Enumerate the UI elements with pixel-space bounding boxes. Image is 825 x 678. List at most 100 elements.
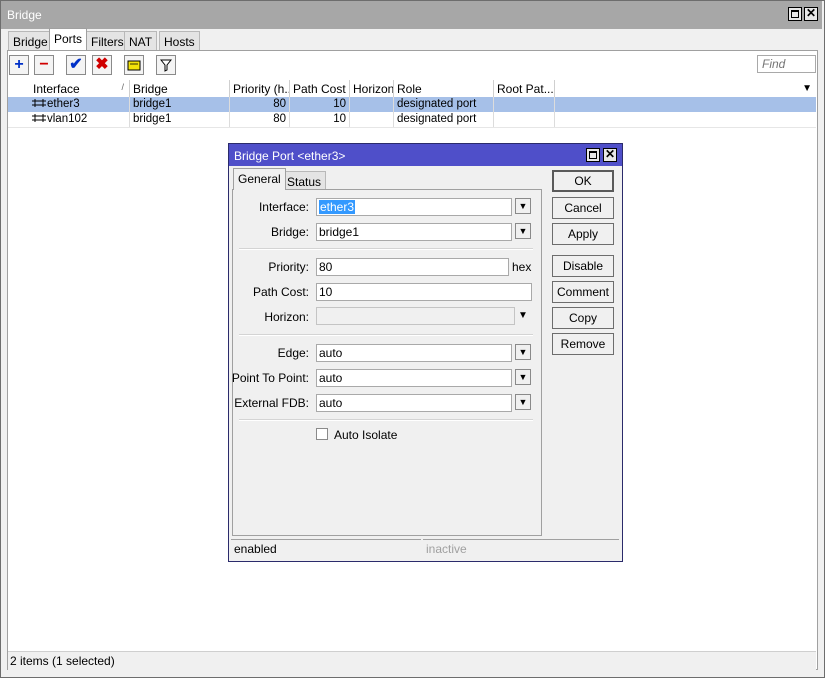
window-title: Bridge	[7, 8, 42, 22]
remove-button[interactable]: −	[34, 55, 54, 75]
maximize-icon	[791, 10, 799, 18]
hex-label: hex	[512, 260, 532, 274]
close-button[interactable]: ✕	[804, 7, 818, 21]
tab-ports[interactable]: Ports	[49, 28, 88, 50]
dropdown-icon: ▼	[518, 372, 528, 382]
dialog-title: Bridge Port <ether3>	[234, 149, 346, 163]
horizon-label: Horizon:	[264, 310, 309, 324]
copy-button[interactable]: Copy	[552, 307, 614, 329]
horizon-expand-icon[interactable]: ▼	[518, 310, 528, 321]
cell-horizon	[350, 112, 394, 127]
point-to-point-label: Point To Point:	[231, 371, 309, 385]
divider	[239, 419, 533, 421]
point-to-point-dropdown-button[interactable]: ▼	[515, 369, 531, 385]
edge-label: Edge:	[277, 346, 309, 360]
col-interface[interactable]: Interface /	[30, 80, 130, 97]
interface-field[interactable]: ether3	[316, 198, 512, 216]
dialog-maximize-button[interactable]	[586, 148, 600, 162]
dialog-tab-general[interactable]: General	[233, 168, 286, 190]
priority-label: Priority:	[268, 260, 309, 274]
filter-icon	[159, 59, 173, 72]
cell-priority: 80	[230, 97, 290, 112]
interface-label: Interface:	[258, 200, 309, 214]
tab-bridge[interactable]: Bridge	[8, 31, 53, 50]
sort-icon: /	[121, 82, 124, 92]
bridge-field[interactable]: bridge1	[316, 223, 512, 241]
table-row[interactable]: ether3 bridge1 80 10 designated port	[8, 97, 816, 112]
enable-button[interactable]: ✔	[66, 55, 86, 75]
edge-field[interactable]: auto	[316, 344, 512, 362]
minus-icon: −	[39, 56, 49, 73]
interface-dropdown-button[interactable]: ▼	[515, 198, 531, 214]
filter-button[interactable]	[156, 55, 176, 75]
col-horizon[interactable]: Horizon	[350, 80, 394, 97]
close-icon: ✕	[604, 147, 616, 161]
cell-interface: vlan102	[30, 112, 130, 127]
auto-isolate-checkbox[interactable]	[316, 428, 328, 440]
port-icon	[32, 99, 46, 107]
col-priority[interactable]: Priority (h...	[230, 80, 290, 97]
cell-path-cost: 10	[290, 112, 350, 127]
external-fdb-dropdown-button[interactable]: ▼	[515, 394, 531, 410]
close-icon: ✕	[805, 6, 817, 20]
cell-horizon	[350, 97, 394, 112]
table-row[interactable]: vlan102 bridge1 80 10 designated port	[8, 112, 816, 128]
window-titlebar[interactable]: Bridge ✕	[1, 1, 822, 29]
cell-path-cost: 10	[290, 97, 350, 112]
maximize-icon	[589, 151, 597, 159]
point-to-point-field[interactable]: auto	[316, 369, 512, 387]
remove-button[interactable]: Remove	[552, 333, 614, 355]
plus-icon: +	[14, 56, 24, 73]
col-root-path[interactable]: Root Pat...	[494, 80, 555, 97]
cell-role: designated port	[394, 112, 494, 127]
divider	[239, 334, 533, 336]
path-cost-label: Path Cost:	[252, 285, 309, 299]
ok-button[interactable]: OK	[552, 170, 614, 192]
column-menu-icon[interactable]: ▼	[802, 83, 812, 94]
tab-nat[interactable]: NAT	[124, 31, 158, 50]
cell-role: designated port	[394, 97, 494, 112]
priority-field[interactable]: 80	[316, 258, 509, 276]
dropdown-icon: ▼	[518, 397, 528, 407]
dropdown-icon: ▼	[518, 226, 528, 236]
dialog-close-button[interactable]: ✕	[603, 148, 617, 162]
port-icon	[32, 114, 46, 122]
cell-interface: ether3	[30, 97, 130, 112]
general-pane	[232, 189, 542, 536]
dialog-titlebar[interactable]: Bridge Port <ether3> ✕	[229, 144, 622, 166]
cell-root-path	[494, 97, 555, 112]
dropdown-icon: ▼	[518, 347, 528, 357]
status-text: 2 items (1 selected)	[10, 654, 115, 668]
find-input[interactable]	[757, 55, 816, 73]
cancel-button[interactable]: Cancel	[552, 197, 614, 219]
col-role[interactable]: Role	[394, 80, 494, 97]
divider	[239, 248, 533, 250]
disable-button[interactable]: ✖	[92, 55, 112, 75]
table-header: Interface / Bridge Priority (h... Path Co…	[8, 80, 816, 98]
horizon-field[interactable]	[316, 307, 515, 325]
tab-filters[interactable]: Filters	[86, 31, 129, 50]
dialog-status-enabled: enabled	[231, 539, 421, 557]
bridge-label: Bridge:	[270, 225, 309, 239]
col-bridge[interactable]: Bridge	[130, 80, 230, 97]
tab-hosts[interactable]: Hosts	[159, 31, 200, 50]
disable-button[interactable]: Disable	[552, 255, 614, 277]
comment-button[interactable]: Comment	[552, 281, 614, 303]
status-bar: 2 items (1 selected)	[8, 651, 816, 670]
comment-button[interactable]	[124, 55, 144, 75]
bridge-dropdown-button[interactable]: ▼	[515, 223, 531, 239]
add-button[interactable]: +	[9, 55, 29, 75]
dialog-tab-status[interactable]: Status	[282, 171, 327, 190]
external-fdb-field[interactable]: auto	[316, 394, 512, 412]
cell-priority: 80	[230, 112, 290, 127]
apply-button[interactable]: Apply	[552, 223, 614, 245]
maximize-button[interactable]	[788, 7, 802, 21]
external-fdb-label: External FDB:	[234, 396, 309, 410]
check-icon: ✔	[69, 56, 83, 73]
path-cost-field[interactable]: 10	[316, 283, 532, 301]
edge-dropdown-button[interactable]: ▼	[515, 344, 531, 360]
cell-root-path	[494, 112, 555, 127]
col-path-cost[interactable]: Path Cost	[290, 80, 350, 97]
cell-bridge: bridge1	[130, 112, 230, 127]
cell-bridge: bridge1	[130, 97, 230, 112]
